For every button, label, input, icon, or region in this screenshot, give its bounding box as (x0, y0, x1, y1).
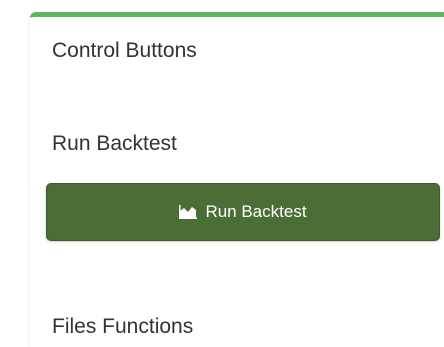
panel-title: Control Buttons (52, 39, 197, 62)
run-backtest-heading: Run Backtest (52, 132, 177, 155)
files-functions-heading: Files Functions (52, 315, 194, 338)
run-backtest-button-label: Run Backtest (205, 202, 307, 221)
run-backtest-button[interactable]: Run Backtest (46, 183, 440, 241)
control-buttons-panel: Control Buttons Run Backtest Run Backtes… (30, 12, 444, 347)
area-chart-icon (179, 205, 198, 219)
